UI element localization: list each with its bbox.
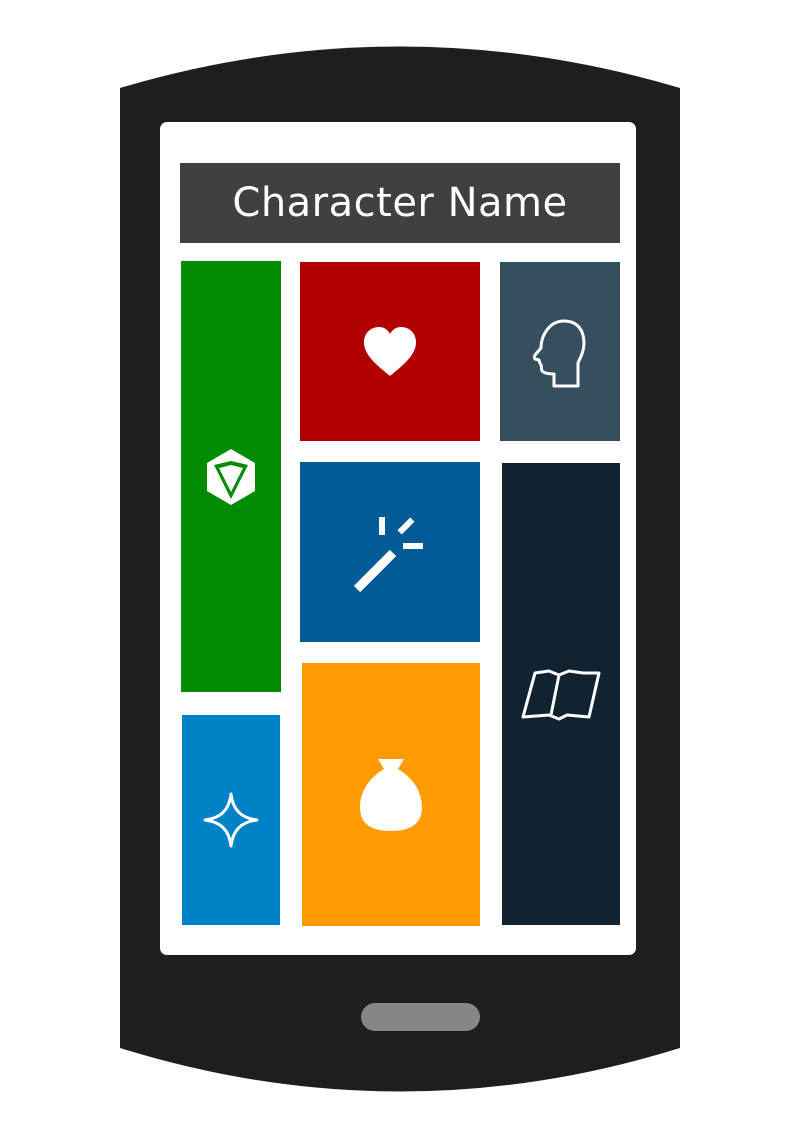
- skills-tile[interactable]: [182, 715, 280, 925]
- dice-tile[interactable]: [181, 261, 281, 692]
- character-name-title[interactable]: Character Name: [180, 163, 620, 243]
- heart-icon: [364, 326, 416, 376]
- health-tile[interactable]: [300, 262, 480, 441]
- journal-tile[interactable]: [502, 463, 620, 925]
- head-profile-icon: [532, 319, 586, 387]
- profile-tile[interactable]: [500, 262, 620, 441]
- d20-dice-icon: [207, 448, 255, 505]
- spells-tile[interactable]: [300, 462, 480, 642]
- sparkle-star-icon: [203, 792, 259, 848]
- inventory-tile[interactable]: [302, 663, 480, 926]
- magic-wand-icon: [353, 517, 423, 593]
- open-book-icon: [521, 669, 601, 721]
- phone-screen: Character Name: [160, 122, 636, 955]
- money-bag-icon: [360, 758, 422, 831]
- home-button[interactable]: [361, 1003, 480, 1031]
